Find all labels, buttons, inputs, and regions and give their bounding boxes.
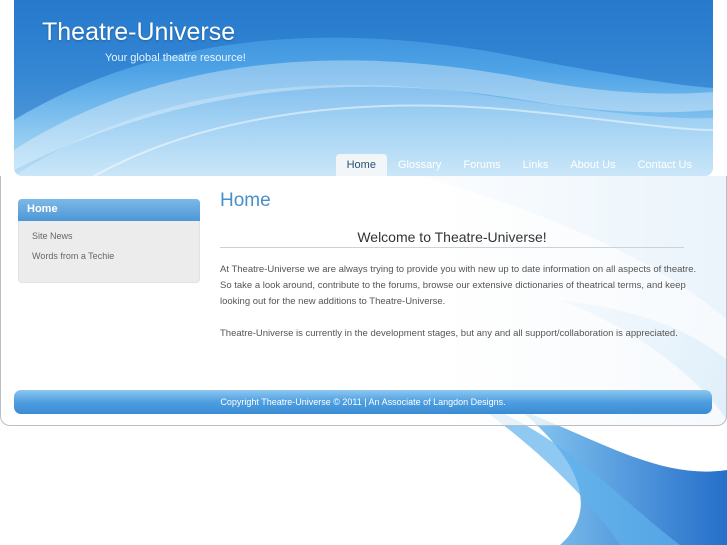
- nav-item-contact-us[interactable]: Contact Us: [627, 154, 703, 176]
- nav-item-forums[interactable]: Forums: [452, 154, 511, 176]
- nav-item-about-us[interactable]: About Us: [559, 154, 626, 176]
- page-body: Home Site News Words from a Techie Home …: [0, 176, 727, 426]
- nav-item-links[interactable]: Links: [512, 154, 560, 176]
- sidebar-link-words-from-a-techie[interactable]: Words from a Techie: [18, 251, 200, 261]
- site-tagline: Your global theatre resource!: [105, 52, 246, 64]
- intro-paragraph: At Theatre-Universe we are always trying…: [220, 264, 697, 307]
- site-footer: Copyright Theatre-Universe © 2011 | An A…: [14, 390, 712, 414]
- sidebar-heading: Home: [18, 199, 200, 221]
- welcome-heading: Welcome to Theatre-Universe!: [220, 229, 684, 248]
- page-title: Home: [220, 190, 271, 211]
- status-paragraph: Theatre-Universe is currently in the dev…: [220, 328, 678, 339]
- nav-item-home[interactable]: Home: [335, 154, 387, 176]
- site-title[interactable]: Theatre-Universe: [42, 18, 235, 47]
- site-header: Theatre-Universe Your global theatre res…: [14, 0, 713, 176]
- sidebar: Home Site News Words from a Techie: [18, 199, 200, 283]
- main-nav: Home Glossary Forums Links About Us Cont…: [335, 154, 703, 176]
- main-content: Home Welcome to Theatre-Universe! At The…: [220, 190, 705, 342]
- sidebar-link-site-news[interactable]: Site News: [18, 231, 200, 241]
- nav-item-glossary[interactable]: Glossary: [387, 154, 452, 176]
